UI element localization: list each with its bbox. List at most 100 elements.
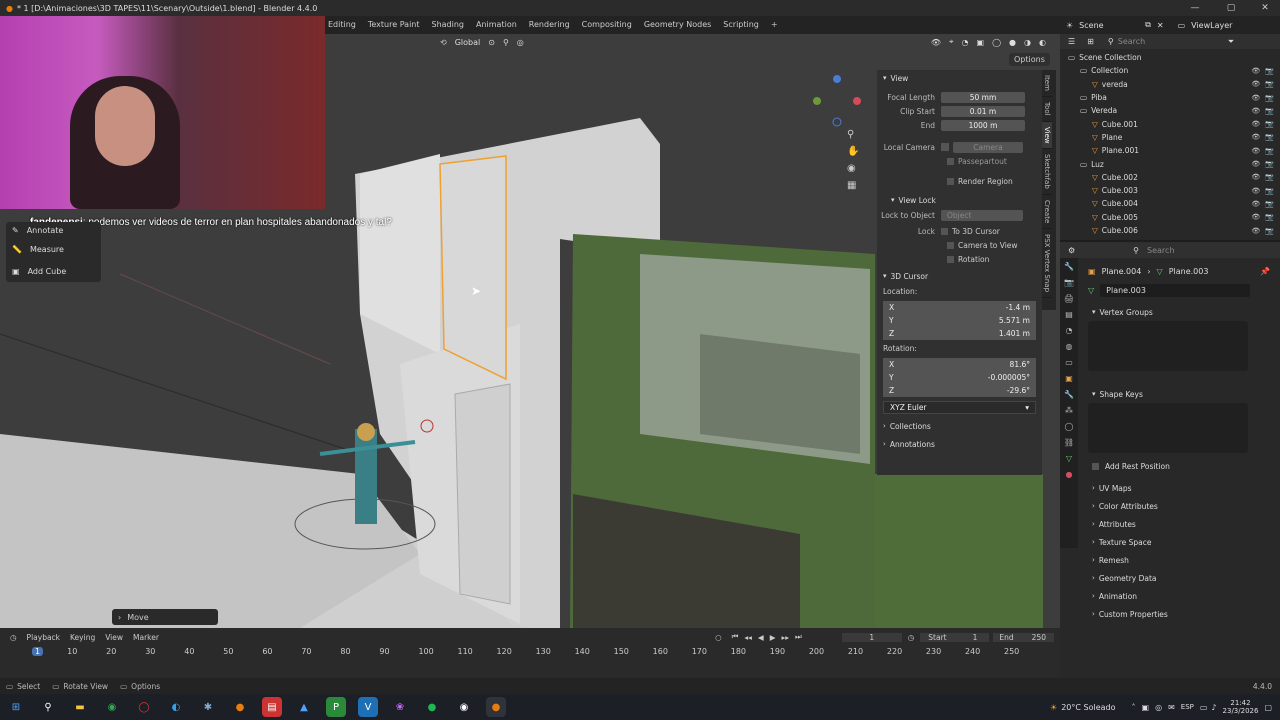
render-visibility-icon[interactable]: 📷 bbox=[1265, 80, 1274, 88]
tab-editing[interactable]: Editing bbox=[322, 16, 362, 34]
render-visibility-icon[interactable]: 📷 bbox=[1265, 67, 1274, 75]
close-icon[interactable]: ✕ bbox=[1248, 0, 1280, 16]
chrome-icon[interactable]: ◉ bbox=[102, 697, 122, 717]
tab-texture-paint[interactable]: Texture Paint bbox=[362, 16, 426, 34]
render-visibility-icon[interactable]: 📷 bbox=[1265, 187, 1274, 195]
app-icon[interactable]: ✱ bbox=[198, 697, 218, 717]
cursor-location-x[interactable]: X -1.4 m bbox=[883, 301, 1036, 314]
render-visibility-icon[interactable]: 📷 bbox=[1265, 160, 1274, 168]
record-icon[interactable]: ○ bbox=[715, 633, 722, 642]
outliner-row[interactable]: ▽ Cube.001 👁 📷 bbox=[1060, 117, 1280, 130]
clip-end-field[interactable]: 1000 m bbox=[941, 119, 1025, 131]
tool-annotate[interactable]: ✎ Annotate bbox=[6, 222, 101, 238]
render-visibility-icon[interactable]: 📷 bbox=[1265, 133, 1274, 141]
playback-menu[interactable]: Playback bbox=[27, 633, 60, 642]
tab-compositing[interactable]: Compositing bbox=[576, 16, 638, 34]
grid-icon[interactable]: ▦ bbox=[847, 180, 859, 191]
visibility-icon[interactable]: 👁 bbox=[931, 38, 941, 47]
add-rest-position-row[interactable]: Add Rest Position bbox=[1060, 457, 1280, 475]
cursor-rotation-y[interactable]: Y -0.000005° bbox=[883, 371, 1036, 384]
frame-ruler[interactable]: 1 10 20 30 40 50 60 70 80 90 100 110 120 130 140 150 160… bbox=[0, 646, 1060, 660]
property-section[interactable]: › Color Attributes bbox=[1060, 497, 1280, 515]
opera-icon[interactable]: ◯ bbox=[134, 697, 154, 717]
tab-geometry-nodes[interactable]: Geometry Nodes bbox=[638, 16, 717, 34]
visibility-icon[interactable]: 👁 bbox=[1251, 120, 1260, 128]
pycharm-icon[interactable]: P bbox=[326, 697, 346, 717]
outliner-row[interactable]: ▭ Piba 👁 📷 bbox=[1060, 91, 1280, 104]
visibility-icon[interactable]: 👁 bbox=[1251, 200, 1260, 208]
tab-shading[interactable]: Shading bbox=[426, 16, 471, 34]
output-tab-icon[interactable]: 🖨 bbox=[1064, 294, 1074, 303]
cursor-location-z[interactable]: Z 1.401 m bbox=[883, 327, 1036, 340]
add-rest-position-checkbox[interactable] bbox=[1092, 462, 1099, 470]
outliner-row[interactable]: ▭ Scene Collection bbox=[1060, 51, 1280, 64]
proportional-edit-icon[interactable]: ◎ bbox=[517, 38, 524, 47]
tray-app-icon[interactable]: ▣ bbox=[1142, 703, 1150, 712]
data-tab-icon[interactable]: ▽ bbox=[1066, 454, 1072, 463]
camera-to-view-checkbox[interactable] bbox=[947, 241, 954, 249]
visibility-icon[interactable]: 👁 bbox=[1251, 67, 1260, 75]
clip-start-field[interactable]: 0.01 m bbox=[941, 105, 1025, 117]
gizmo-icon[interactable]: ⌖ bbox=[949, 37, 954, 47]
weather-text[interactable]: 20°C Soleado bbox=[1061, 703, 1115, 712]
pivot-icon[interactable]: ⊙ bbox=[488, 38, 495, 47]
blender-active-icon[interactable]: ● bbox=[486, 697, 506, 717]
jump-end-icon[interactable]: ⏭ bbox=[795, 632, 802, 642]
scene-tab-icon[interactable]: ◔ bbox=[1066, 326, 1073, 335]
render-visibility-icon[interactable]: 📷 bbox=[1265, 173, 1274, 181]
particles-tab-icon[interactable]: ⁂ bbox=[1065, 406, 1073, 415]
render-region-checkbox[interactable] bbox=[947, 177, 954, 185]
camera-field[interactable]: Camera bbox=[953, 141, 1023, 153]
cursor-rotation-z[interactable]: Z -29.6° bbox=[883, 384, 1036, 397]
render-visibility-icon[interactable]: 📷 bbox=[1265, 94, 1274, 102]
tray-icon-2[interactable]: ◎ bbox=[1155, 703, 1162, 712]
property-section[interactable]: › Attributes bbox=[1060, 515, 1280, 533]
collection-tab-icon[interactable]: ▭ bbox=[1065, 358, 1073, 367]
rotation-mode-dropdown[interactable]: XYZ Euler ▾ bbox=[883, 401, 1036, 414]
minimize-icon[interactable]: — bbox=[1178, 0, 1212, 16]
render-visibility-icon[interactable]: 📷 bbox=[1265, 147, 1274, 155]
maximize-icon[interactable]: ▢ bbox=[1214, 0, 1248, 16]
view-layer-tab-icon[interactable]: ▤ bbox=[1065, 310, 1073, 319]
camera-view-icon[interactable]: ◉ bbox=[847, 163, 859, 174]
new-scene-icon[interactable]: ⧉ bbox=[1145, 20, 1151, 30]
tab-psx-vertex-snap[interactable]: PSX Vertex Snap bbox=[1042, 229, 1052, 299]
tab-rendering[interactable]: Rendering bbox=[523, 16, 576, 34]
orientation-dropdown[interactable]: Global bbox=[455, 38, 481, 47]
view-lock-header[interactable]: ▾ View Lock bbox=[877, 192, 1042, 208]
pin-icon[interactable]: 📌 bbox=[1260, 267, 1270, 276]
physics-tab-icon[interactable]: ◯ bbox=[1065, 422, 1074, 431]
tool-measure[interactable]: 📏 Measure bbox=[6, 238, 101, 260]
passepartout-checkbox[interactable] bbox=[947, 157, 954, 165]
outliner-row[interactable]: ▽ Cube.005 👁 📷 bbox=[1060, 211, 1280, 224]
view-menu[interactable]: View bbox=[105, 633, 123, 642]
snap-icon[interactable]: ⚲ bbox=[503, 38, 509, 47]
visibility-icon[interactable]: 👁 bbox=[1251, 227, 1260, 235]
file-explorer-icon[interactable]: ▬ bbox=[70, 697, 90, 717]
render-visibility-icon[interactable]: 📷 bbox=[1265, 213, 1274, 221]
tab-item[interactable]: Item bbox=[1042, 70, 1052, 97]
material-tab-icon[interactable]: ● bbox=[1066, 470, 1073, 479]
blender-app-icon[interactable]: ● bbox=[230, 697, 250, 717]
tray-chevron-icon[interactable]: ˄ bbox=[1132, 703, 1136, 712]
paint-icon[interactable]: ❀ bbox=[390, 697, 410, 717]
outliner-row[interactable]: ▽ vereda 👁 📷 bbox=[1060, 78, 1280, 91]
focal-length-field[interactable]: 50 mm bbox=[941, 91, 1025, 103]
annotations-section[interactable]: › Annotations bbox=[877, 436, 1042, 452]
shading-material-icon[interactable]: ◑ bbox=[1024, 38, 1031, 47]
property-section[interactable]: › Remesh bbox=[1060, 551, 1280, 569]
filter-icon[interactable]: ⏷ bbox=[1228, 37, 1234, 47]
properties-search-input[interactable]: Search bbox=[1147, 246, 1227, 255]
language-indicator[interactable]: ESP bbox=[1181, 703, 1194, 711]
vertex-groups-panel[interactable]: ▾ Vertex Groups bbox=[1060, 303, 1280, 321]
shape-keys-list[interactable] bbox=[1088, 403, 1248, 453]
visibility-icon[interactable]: 👁 bbox=[1251, 80, 1260, 88]
local-camera-checkbox[interactable] bbox=[941, 143, 949, 151]
outliner-row[interactable]: ▽ Plane 👁 📷 bbox=[1060, 131, 1280, 144]
last-operator-panel[interactable]: › Move bbox=[112, 609, 218, 625]
property-section[interactable]: › Animation bbox=[1060, 587, 1280, 605]
marker-menu[interactable]: Marker bbox=[133, 633, 159, 642]
render-visibility-icon[interactable]: 📷 bbox=[1265, 200, 1274, 208]
tool-tab-icon[interactable]: 🔧 bbox=[1064, 262, 1074, 271]
rotation-lock-checkbox[interactable] bbox=[947, 255, 954, 263]
